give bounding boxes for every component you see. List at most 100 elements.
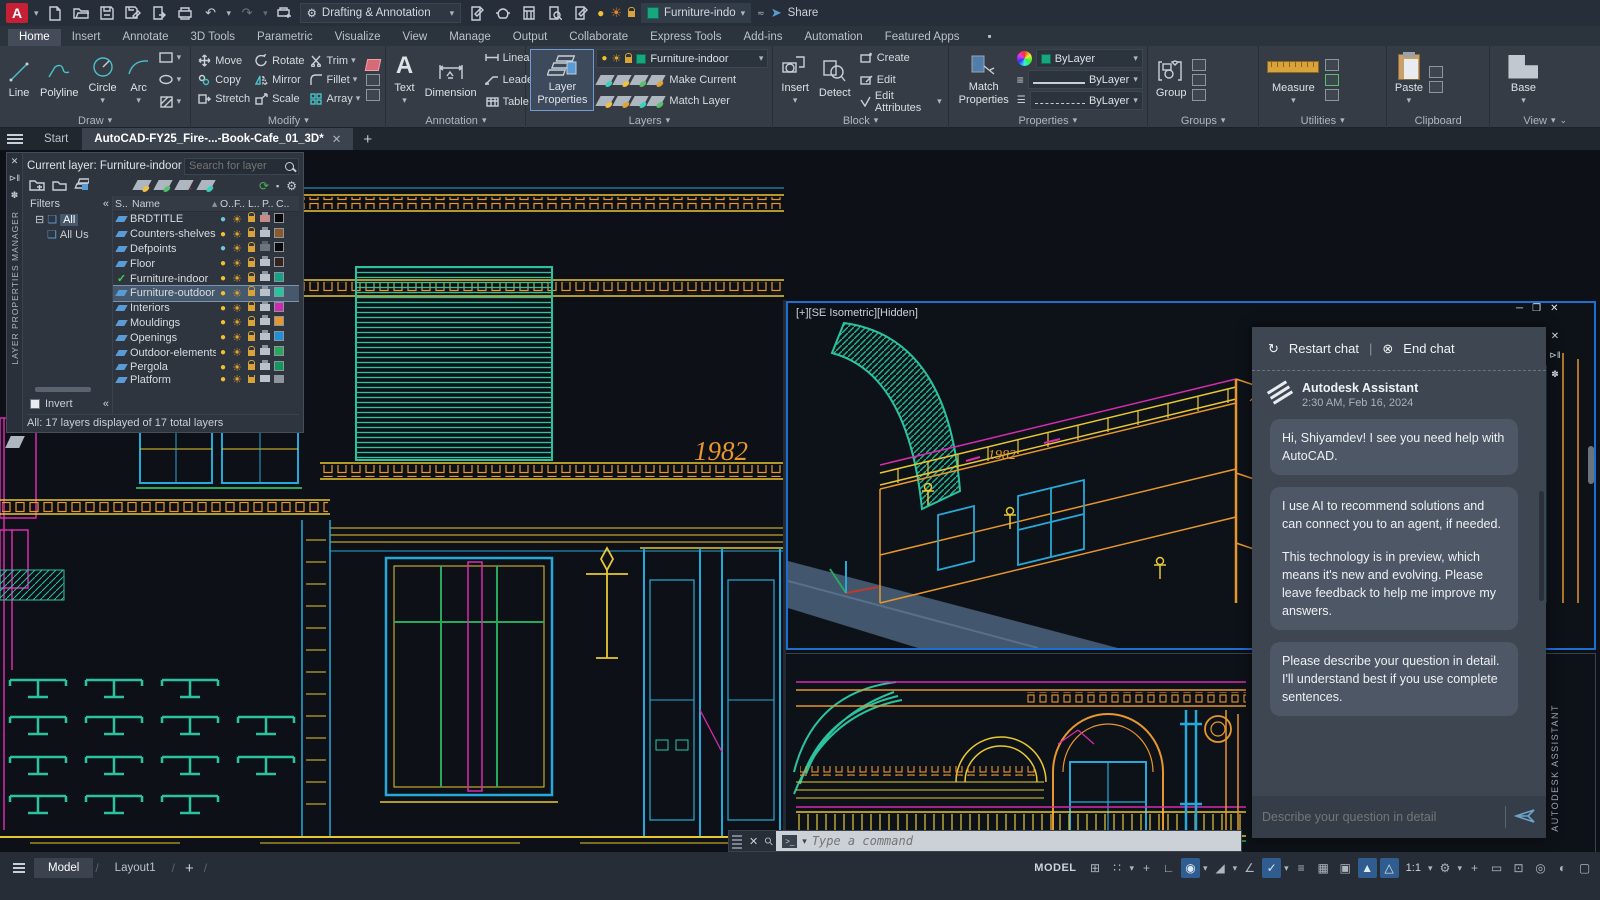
quick-properties-icon[interactable]: ▭	[1487, 858, 1506, 878]
share-icon[interactable]: ➤	[771, 5, 782, 21]
layer-row[interactable]: Pergola ● ☀	[113, 359, 299, 375]
layer-row[interactable]: BRDTITLE ● ☀	[113, 211, 299, 227]
tab-collaborate[interactable]: Collaborate	[558, 29, 639, 46]
layer-row[interactable]: Outdoor-elements ● ☀	[113, 345, 299, 360]
layer-row[interactable]: Platform ● ☀	[113, 374, 299, 385]
tree-item-all-used[interactable]: ❏ All Us	[27, 227, 112, 242]
layer-state-icon[interactable]	[74, 178, 91, 194]
quick-select-icon[interactable]	[1325, 73, 1340, 86]
snap-icon[interactable]: ∷	[1108, 858, 1127, 878]
move-button[interactable]: Move	[195, 51, 252, 70]
polyline-button[interactable]: Polyline	[36, 49, 83, 111]
fillet-button[interactable]: Fillet ▾	[307, 70, 363, 89]
linetype-dropdown[interactable]: ByLayer ▾	[1029, 91, 1143, 110]
tab-home[interactable]: Home	[8, 29, 61, 46]
create-block-button[interactable]: Create	[857, 48, 944, 67]
match-properties-button[interactable]: Match Properties	[953, 49, 1015, 111]
panel-label-groups[interactable]: Groups ▾	[1148, 113, 1259, 128]
undo-icon[interactable]: ↶	[201, 4, 221, 22]
panel-label-annotation[interactable]: Annotation ▾	[386, 113, 525, 128]
annotation-visibility-icon[interactable]: ▲	[1357, 858, 1377, 878]
assistant-close-icon[interactable]: ✕	[1551, 331, 1559, 342]
copy-button[interactable]: Copy	[195, 70, 252, 89]
mirror-button[interactable]: Mirror	[252, 70, 306, 89]
group-button[interactable]: Group	[1152, 49, 1191, 111]
dynamic-input-icon[interactable]: +	[1137, 858, 1156, 878]
ribbon-options-icon[interactable]: ▪	[977, 29, 1003, 46]
tab-manage[interactable]: Manage	[438, 29, 502, 46]
color-dropdown[interactable]: ByLayer ▾	[1035, 49, 1143, 68]
chat-scrollbar[interactable]	[1539, 491, 1544, 601]
assistant-pin-icon[interactable]: ⊳‖	[1549, 350, 1560, 361]
group-edit-icon[interactable]	[1192, 73, 1207, 86]
tab-parametric[interactable]: Parametric	[246, 29, 324, 46]
invert-filter[interactable]: Invert «	[27, 396, 112, 412]
new-layout-icon[interactable]: +	[177, 860, 202, 877]
logo-menu-caret[interactable]: ▾	[34, 8, 39, 19]
trim-button[interactable]: Trim ▾	[307, 51, 363, 70]
scale-button[interactable]: Scale	[252, 89, 306, 108]
workspace-switcher[interactable]: ⚙ Drafting & Annotation ▾	[299, 3, 462, 23]
workspace-caret[interactable]: ▾	[1457, 863, 1462, 874]
save-icon[interactable]	[97, 4, 117, 22]
rotate-button[interactable]: Rotate	[252, 51, 306, 70]
base-button[interactable]: Base ▾	[1504, 49, 1542, 111]
tab-view[interactable]: View	[391, 29, 438, 46]
collapse-tree-icon[interactable]: «	[103, 398, 109, 410]
restart-icon[interactable]: ↻	[1268, 341, 1279, 357]
panel-label-utilities[interactable]: Utilities ▾	[1259, 113, 1385, 128]
panel-label-draw[interactable]: Draw ▾	[0, 113, 190, 128]
autoscale-icon[interactable]: △	[1379, 858, 1399, 878]
rectangle-tool[interactable]: ▾	[157, 48, 184, 67]
annotation-monitor-icon[interactable]: +	[1465, 858, 1484, 878]
new-filter-icon[interactable]	[29, 178, 45, 194]
layer-row[interactable]: Openings ● ☀	[113, 330, 299, 345]
collapse-filters-icon[interactable]: «	[103, 198, 109, 210]
edit-block-button[interactable]: Edit	[857, 70, 944, 89]
match-layer-button[interactable]: Match Layer	[595, 91, 768, 110]
chat-input[interactable]	[1262, 810, 1497, 824]
collapse-caret[interactable]: ≂	[757, 8, 765, 19]
layout-menu-icon[interactable]	[6, 863, 32, 873]
lock-ui-icon[interactable]: ⊡	[1509, 858, 1528, 878]
ellipse-tool[interactable]: ▾	[157, 70, 184, 89]
copy-clip-icon[interactable]	[1429, 81, 1444, 93]
workspace-gear-icon[interactable]: ⚙	[1435, 858, 1454, 878]
doc-restore-icon[interactable]: ❐	[1532, 303, 1541, 314]
explode-icon[interactable]	[366, 73, 381, 86]
batch-plot-icon[interactable]	[274, 4, 294, 22]
cut-icon[interactable]	[1429, 66, 1444, 78]
point-icon[interactable]	[1325, 58, 1340, 71]
layer-row-selected[interactable]: Furniture-outdoor ● ☀	[113, 284, 299, 302]
ortho-icon[interactable]: ∟	[1159, 858, 1178, 878]
invert-checkbox[interactable]	[30, 399, 40, 409]
tab-3d-tools[interactable]: 3D Tools	[180, 29, 247, 46]
circle-button[interactable]: Circle ▾	[85, 49, 121, 111]
tab-featured-apps[interactable]: Featured Apps	[874, 29, 971, 46]
layer-row[interactable]: Mouldings ● ☀	[113, 315, 299, 331]
redo-caret[interactable]: ▾	[263, 8, 268, 19]
tab-insert[interactable]: Insert	[61, 29, 112, 46]
tab-add-ins[interactable]: Add-ins	[733, 29, 794, 46]
make-current-button[interactable]: Make Current	[595, 70, 768, 89]
ungroup-icon[interactable]	[1192, 58, 1207, 71]
text-button[interactable]: A Text ▾	[390, 49, 418, 111]
panel-label-view[interactable]: View ▾ ⌄	[1490, 113, 1600, 128]
assistant-gear-icon[interactable]: ✽	[1551, 369, 1559, 380]
isodraft-caret[interactable]: ▾	[1233, 863, 1238, 874]
calculator-icon[interactable]	[519, 4, 539, 22]
end-chat-button[interactable]: End chat	[1403, 341, 1454, 356]
group-select-icon[interactable]	[1192, 88, 1207, 101]
layer-search-icon[interactable]	[285, 161, 294, 171]
command-input[interactable]	[811, 834, 1235, 848]
model-space-button[interactable]: MODEL	[1034, 862, 1076, 874]
layer-row[interactable]: Interiors ● ☀	[113, 300, 299, 316]
restart-chat-button[interactable]: Restart chat	[1289, 341, 1359, 356]
panel-label-modify[interactable]: Modify ▾	[191, 113, 385, 128]
palette-close-icon[interactable]: ✕	[11, 156, 19, 167]
start-tab[interactable]: Start	[32, 128, 80, 150]
tab-output[interactable]: Output	[502, 29, 559, 46]
export-icon[interactable]	[149, 4, 169, 22]
close-tab-icon[interactable]: ✕	[332, 132, 342, 146]
erase-icon[interactable]	[365, 58, 382, 71]
